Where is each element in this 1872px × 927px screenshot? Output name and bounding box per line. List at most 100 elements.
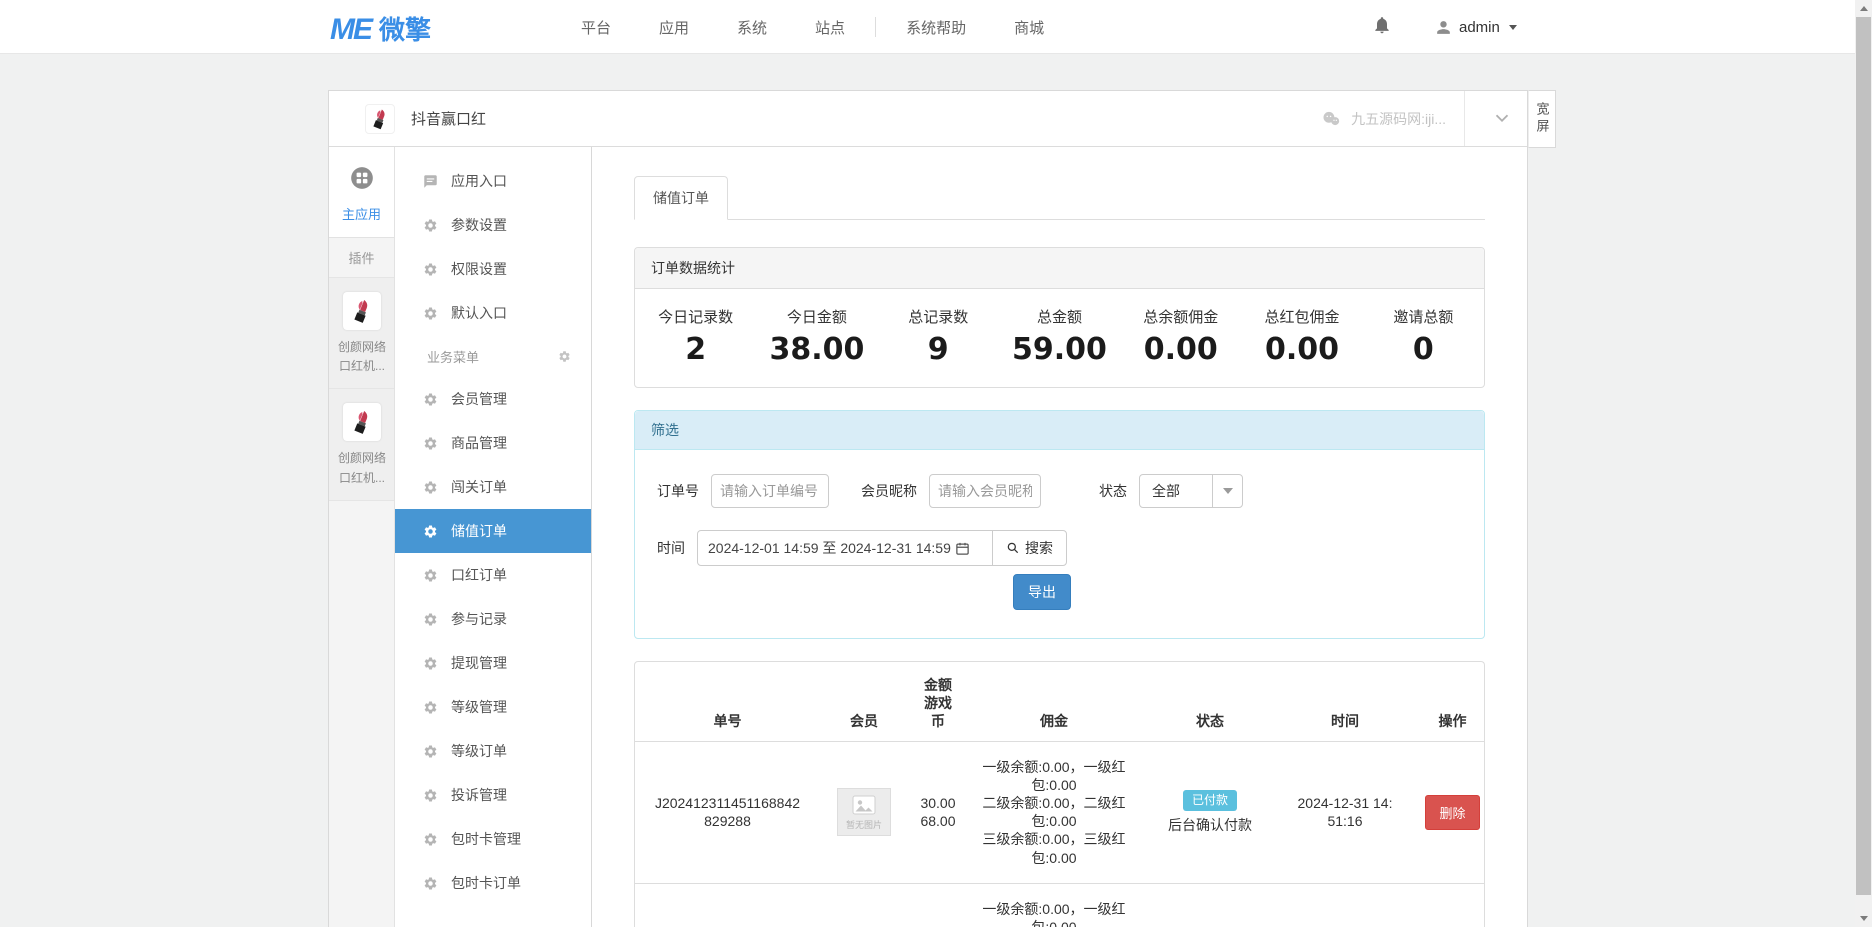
gear-icon [423,876,438,891]
wechat-icon [1321,109,1341,129]
date-range-input[interactable]: 2024-12-01 14:59 至 2024-12-31 14:59 [697,530,993,566]
gear-icon [423,700,438,715]
date-range-value: 2024-12-01 14:59 至 2024-12-31 14:59 [708,538,951,558]
chevron-down-icon[interactable] [1491,107,1513,134]
time-label: 时间 [657,538,685,558]
menu-item-timecard-mgmt[interactable]: 包时卡管理 [395,817,591,861]
menu-label: 口红订单 [451,565,507,585]
order-no-input[interactable] [711,474,829,508]
lipstick-icon [343,292,381,330]
logo-mark: ME [330,13,371,47]
username: admin [1459,19,1500,36]
nav-item-system[interactable]: 系统 [713,17,791,38]
content-area: 储值订单 订单数据统计 今日记录数 2 今日金额 38.00 总记录数 9 [592,147,1527,927]
user-icon [1434,18,1453,37]
plugin-label: 创颜网络口红机... [333,449,391,487]
status-select[interactable]: 全部 [1139,474,1243,508]
menu-section-label: 业务菜单 [427,347,479,366]
cell-member: 暂无图片 [820,741,908,883]
status-selected-value: 全部 [1140,475,1212,507]
no-image-placeholder: 暂无图片 [837,788,891,836]
nav-item-platform[interactable]: 平台 [557,17,635,38]
user-menu[interactable]: admin [1434,18,1517,37]
plugins-label: 插件 [329,238,394,278]
stat-value: 2 [635,332,756,367]
nav-right-group: admin [1372,0,1517,54]
gear-icon [423,524,438,539]
menu-label: 参与记录 [451,609,507,629]
filter-form: 订单号 会员昵称 状态 全部 时间 2024-12-01 14:59 [635,450,1484,638]
stats-panel-title: 订单数据统计 [635,248,1484,289]
menu-item-default-entry[interactable]: 默认入口 [395,291,591,335]
notification-bell-icon[interactable] [1372,15,1392,40]
app-grid-icon [349,165,375,191]
chat-icon [423,174,438,189]
nav-item-apps[interactable]: 应用 [635,17,713,38]
gear-icon [423,656,438,671]
nickname-input[interactable] [929,474,1041,508]
stat-label: 总红包佣金 [1241,306,1362,327]
image-icon [852,794,876,816]
menu-item-level-mgmt[interactable]: 等级管理 [395,685,591,729]
nav-item-help[interactable]: 系统帮助 [882,17,990,38]
table-row: J202412311451168842829288 暂无图片 30.00 [635,741,1485,883]
menu-item-timecard-orders[interactable]: 包时卡订单 [395,861,591,905]
gear-icon [423,612,438,627]
rail-item-main-app[interactable]: 主应用 [329,147,394,237]
stat-invite-total: 邀请总额 0 [1363,306,1484,367]
scrollbar-down-arrow[interactable] [1855,910,1872,927]
orders-table-panel: 单号 会员 金额游戏币 佣金 状态 时间 操作 J202412311451 [634,661,1485,927]
gear-icon [423,832,438,847]
weengine-logo[interactable]: ME 微擎 [330,10,431,47]
nav-item-store[interactable]: 商城 [990,17,1068,38]
widescreen-toggle[interactable]: 宽屏 [1528,90,1556,148]
menu-item-challenge-orders[interactable]: 闯关订单 [395,465,591,509]
nav-item-site[interactable]: 站点 [791,17,869,38]
menu-item-lipstick-orders[interactable]: 口红订单 [395,553,591,597]
gear-icon [423,436,438,451]
menu-item-stored-value-orders[interactable]: 储值订单 [395,509,591,553]
cell-amount-coins: 30.00 68.00 [908,741,968,883]
menu-item-level-orders[interactable]: 等级订单 [395,729,591,773]
col-header-status: 状态 [1140,662,1280,741]
menu-item-member-mgmt[interactable]: 会员管理 [395,377,591,421]
col-header-time: 时间 [1280,662,1410,741]
table-row-partial: 一级余额:0.00，一级红包:0.00 [635,883,1485,927]
left-rail: 主应用 插件 创颜网络口红机... 创颜网络口红机... [329,147,395,927]
menu-item-app-entry[interactable]: 应用入口 [395,159,591,203]
tab-stored-value-orders[interactable]: 储值订单 [634,176,728,220]
menu-item-permission-settings[interactable]: 权限设置 [395,247,591,291]
stat-today-amount: 今日金额 38.00 [756,306,877,367]
plugin-item-lipstick-1[interactable]: 创颜网络口红机... [329,278,394,389]
gear-icon [423,262,438,277]
cell-actions: 删除 [1410,741,1485,883]
menu-item-participation-records[interactable]: 参与记录 [395,597,591,641]
scrollbar-up-arrow[interactable] [1855,0,1872,17]
account-name: 九五源码网:iji... [1351,109,1446,129]
scrollbar[interactable] [1855,0,1872,927]
app-body: 主应用 插件 创颜网络口红机... 创颜网络口红机... 应用入口 [329,147,1527,927]
main-nav: 平台 应用 系统 站点 系统帮助 商城 [557,0,1068,54]
logo-text: 微擎 [379,10,431,47]
gear-icon [423,568,438,583]
cell-commission: 一级余额:0.00，一级红包:0.00 [968,883,1140,927]
plugin-item-lipstick-2[interactable]: 创颜网络口红机... [329,389,394,500]
lipstick-icon [343,403,381,441]
scrollbar-thumb[interactable] [1856,17,1871,895]
gear-icon[interactable] [558,350,571,363]
search-button[interactable]: 搜索 [992,530,1067,566]
export-button[interactable]: 导出 [1013,574,1071,610]
stat-value: 38.00 [756,332,877,367]
menu-item-complaint-mgmt[interactable]: 投诉管理 [395,773,591,817]
orders-table: 单号 会员 金额游戏币 佣金 状态 时间 操作 J202412311451 [635,662,1485,927]
widescreen-label: 宽屏 [1533,102,1552,136]
order-no-label: 订单号 [657,481,699,501]
plugin-label: 创颜网络口红机... [333,338,391,376]
account-switcher[interactable]: 九五源码网:iji... [1321,91,1465,146]
menu-item-withdrawal-mgmt[interactable]: 提现管理 [395,641,591,685]
stat-redpacket-commission: 总红包佣金 0.00 [1241,306,1362,367]
menu-item-param-settings[interactable]: 参数设置 [395,203,591,247]
delete-button[interactable]: 删除 [1425,795,1479,830]
filter-row-1: 订单号 会员昵称 状态 全部 [657,474,1462,508]
menu-item-product-mgmt[interactable]: 商品管理 [395,421,591,465]
